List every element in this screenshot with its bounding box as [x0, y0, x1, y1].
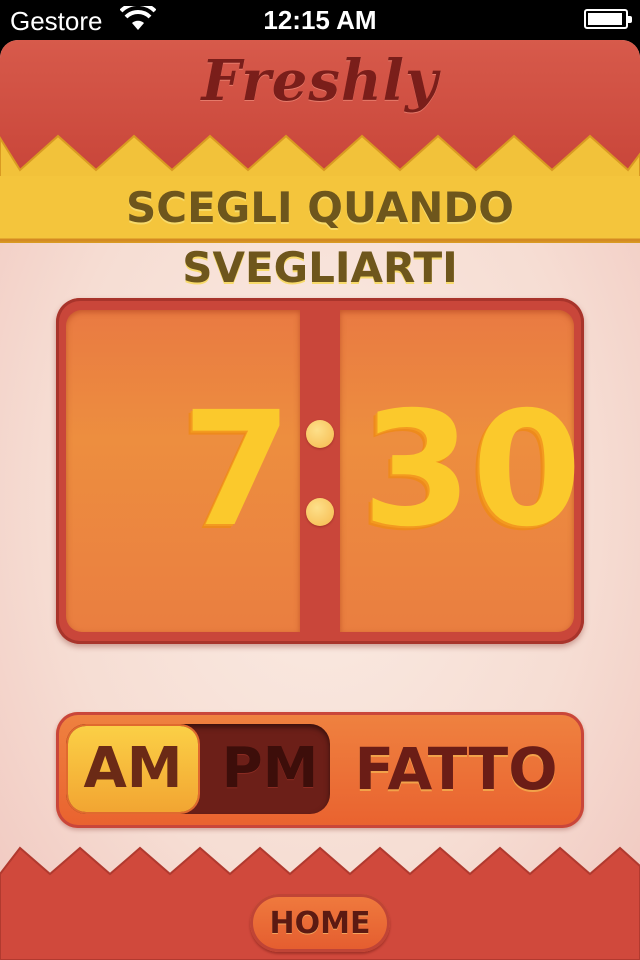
done-button[interactable]: FATTO: [346, 724, 566, 814]
minute-value: 30: [362, 378, 582, 562]
pm-option[interactable]: PM: [212, 726, 328, 812]
hour-wheel[interactable]: 7: [66, 310, 300, 632]
colon-dot-top: [306, 420, 334, 448]
flip-clock: 7 30: [56, 298, 584, 644]
app-screen: Freshly SCEGLI QUANDO SVEGLIARTI 7 30 AM…: [0, 40, 640, 960]
banner-title: SCEGLI QUANDO SVEGLIARTI: [126, 183, 514, 292]
am-pm-toggle[interactable]: AM PM: [66, 724, 330, 814]
hour-value: 7: [182, 378, 292, 562]
app-logo: Freshly: [201, 48, 439, 114]
status-time: 12:15 AM: [263, 5, 377, 35]
home-button[interactable]: HOME: [250, 894, 390, 952]
control-bar: AM PM FATTO: [56, 712, 584, 828]
colon-dot-bottom: [306, 498, 334, 526]
status-bar: Gestore 12:15 AM: [0, 0, 640, 40]
battery-icon: [584, 9, 632, 29]
minute-wheel[interactable]: 30: [340, 310, 582, 632]
am-option[interactable]: AM: [68, 726, 198, 812]
